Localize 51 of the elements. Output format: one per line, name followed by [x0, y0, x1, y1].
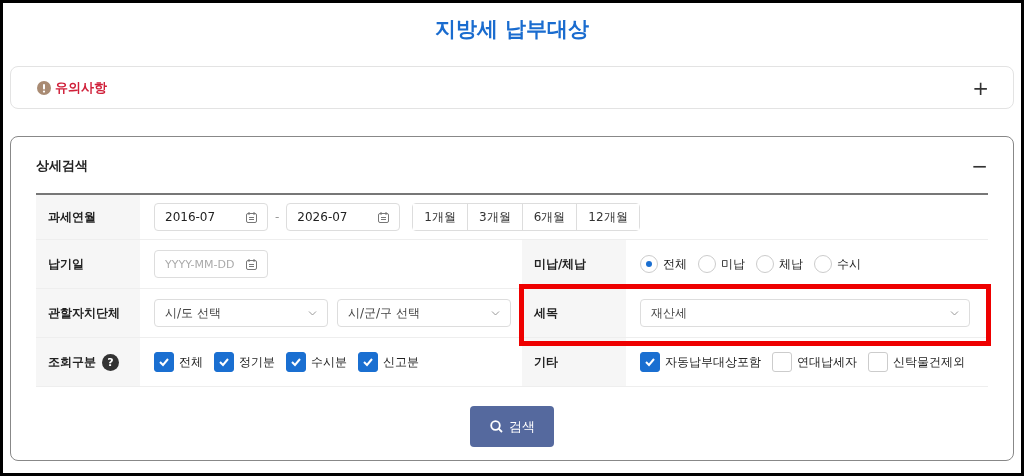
collapse-toggle[interactable]: − — [971, 155, 988, 176]
checkmark-icon — [158, 357, 170, 367]
date-field[interactable]: 2026-07 — [286, 203, 401, 231]
field-label: 기타 — [534, 353, 558, 371]
help-icon[interactable]: ? — [102, 353, 119, 371]
expand-toggle[interactable]: + — [972, 77, 989, 98]
select-dropdown[interactable]: 시/도 선택 — [154, 299, 328, 327]
checkbox-label: 전체 — [179, 353, 203, 371]
radio-label: 수시 — [837, 255, 861, 273]
checkbox[interactable] — [214, 352, 234, 372]
chevron-icon — [950, 310, 959, 316]
field-label: 조회구분 — [48, 353, 96, 371]
checkmark-icon — [218, 357, 230, 367]
chevron-icon — [308, 310, 317, 316]
range-separator: - — [275, 210, 280, 224]
field-label: 납기일 — [48, 255, 84, 273]
period-button[interactable]: 1개월 — [413, 204, 468, 230]
checkmark-icon — [644, 357, 656, 367]
checkbox-label: 수시분 — [311, 353, 347, 371]
page-title: 지방세 납부대상 — [433, 16, 591, 43]
warning-icon — [37, 80, 51, 95]
checkbox[interactable] — [358, 352, 378, 372]
notice-title: 유의사항 — [55, 78, 108, 97]
date-field[interactable]: 2016-07 — [154, 203, 268, 231]
checkbox-label: 신탁물건제외 — [893, 353, 965, 371]
checkbox[interactable] — [640, 352, 660, 372]
calendar-icon — [246, 211, 257, 223]
search-button[interactable]: 검색 — [470, 406, 554, 447]
field-label: 과세연월 — [48, 208, 96, 226]
checkbox-label: 정기분 — [239, 353, 275, 371]
checkbox-label: 자동납부대상포함 — [665, 353, 761, 371]
chevron-icon — [491, 310, 500, 316]
select-dropdown[interactable]: 시/군/구 선택 — [337, 299, 511, 327]
select-dropdown[interactable]: 재산세 — [640, 299, 970, 327]
section-title: 상세검색 — [36, 156, 88, 175]
radio-label: 전체 — [663, 255, 687, 273]
search-icon — [489, 420, 503, 433]
field-label: 세목 — [534, 304, 558, 322]
checkbox-label: 연대납세자 — [797, 353, 857, 371]
notice-panel[interactable]: 유의사항 + — [10, 66, 1014, 109]
checkmark-icon — [362, 357, 374, 367]
field-label: 관할자치단체 — [48, 304, 120, 322]
checkbox-label: 신고분 — [383, 353, 419, 371]
checkmark-icon — [290, 357, 302, 367]
radio-label: 체납 — [779, 255, 803, 273]
checkbox[interactable] — [286, 352, 306, 372]
calendar-icon — [378, 211, 390, 223]
calendar-icon — [246, 258, 257, 270]
field-label: 미납/체납 — [534, 255, 587, 273]
checkbox[interactable] — [154, 352, 174, 372]
radio-label: 미납 — [721, 255, 745, 273]
